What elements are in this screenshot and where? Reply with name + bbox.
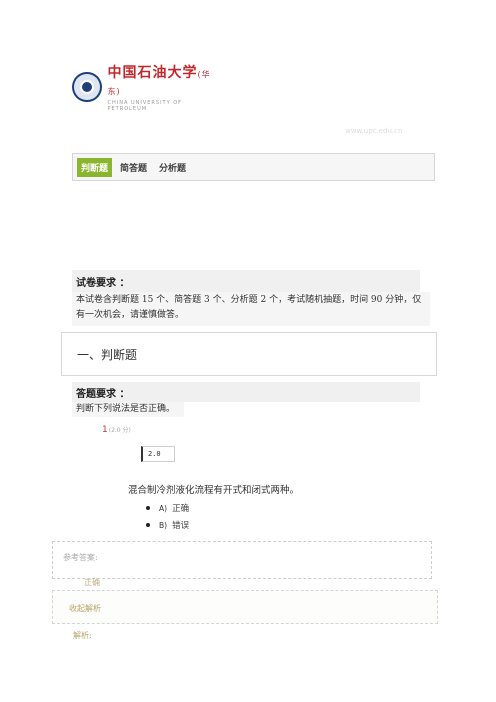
question-index: 1 — [102, 425, 108, 435]
reference-answer-box: 参考答案: — [52, 541, 432, 579]
faint-header-text: www.upc.edu.cn — [345, 127, 403, 135]
section-title: 一、判断题 — [61, 332, 437, 376]
option-b[interactable]: B) 错误 — [146, 519, 189, 531]
exam-requirements-title: 试卷要求 ： — [72, 270, 420, 292]
question-points: (2.0 分) — [108, 427, 131, 434]
question-text: 混合制冷剂液化流程有开式和闭式两种。 — [128, 485, 300, 496]
logo-name: 中国石油大学(华东) — [107, 65, 211, 96]
tab-analysis[interactable]: 分析题 — [155, 158, 190, 177]
answer-requirements-text: 判断下列说法是否正确。 — [72, 402, 184, 417]
university-seal-icon — [72, 72, 102, 102]
collapse-analysis-button[interactable]: 收起解析 — [52, 590, 438, 624]
exam-requirements-text: 本试卷含判断题 15 个、简答题 3 个、分析题 2 个，考试随机抽题，时间 9… — [72, 292, 430, 326]
score-field: 2.0 — [141, 446, 175, 462]
collapse-analysis-label: 收起解析 — [69, 604, 101, 613]
tab-short-answer[interactable]: 简答题 — [116, 158, 151, 177]
option-text: 错误 — [172, 521, 190, 531]
option-text: 正确 — [172, 504, 190, 514]
university-logo: 中国石油大学(华东) CHINA UNIVERSITY OF PETROLEUM — [72, 65, 222, 112]
tab-true-false[interactable]: 判断题 — [77, 157, 113, 177]
reference-answer-value: 正确 — [84, 578, 100, 587]
bullet-icon — [146, 523, 150, 527]
option-letter: B) — [159, 520, 168, 530]
question-type-tabs: 判断题 简答题 分析题 — [72, 153, 435, 181]
bullet-icon — [146, 506, 150, 510]
logo-text: 中国石油大学(华东) CHINA UNIVERSITY OF PETROLEUM — [108, 62, 223, 112]
option-letter: A) — [159, 503, 168, 513]
reference-answer-label: 参考答案: — [63, 553, 98, 562]
analysis-label: 解析: — [73, 631, 92, 640]
option-a[interactable]: A) 正确 — [146, 502, 189, 514]
question-number: 1(2.0 分) — [102, 425, 131, 435]
logo-english-name: CHINA UNIVERSITY OF PETROLEUM — [107, 100, 183, 112]
answer-requirements-title: 答题要求 ： — [72, 382, 420, 402]
